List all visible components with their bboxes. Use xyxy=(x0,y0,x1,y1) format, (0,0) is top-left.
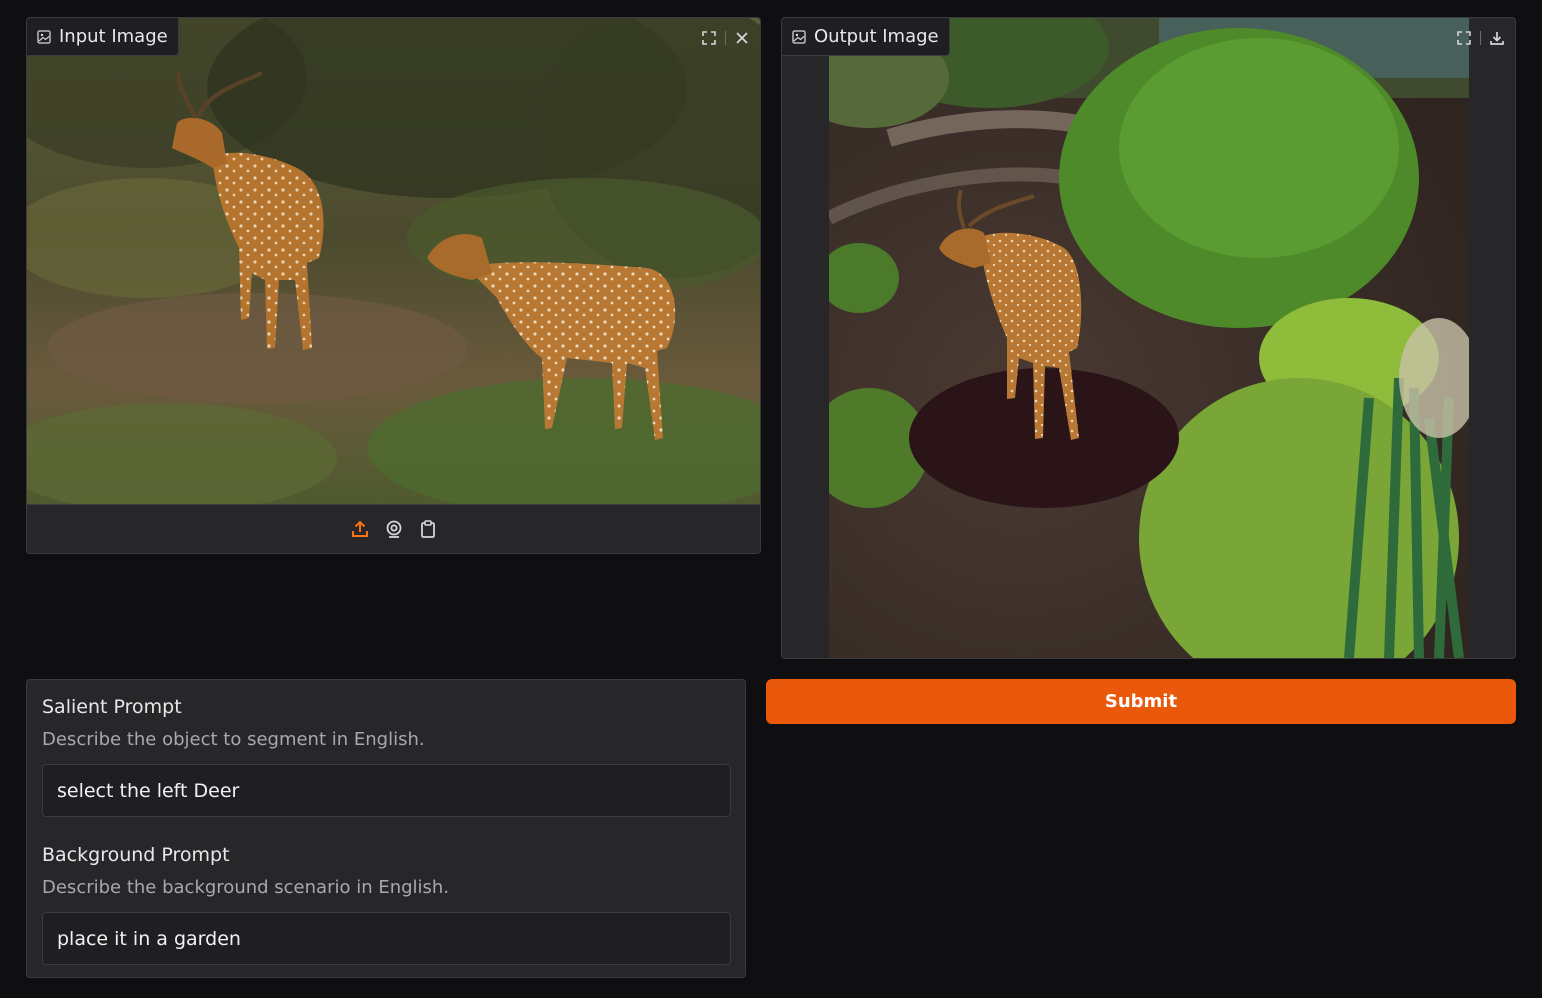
salient-prompt-input[interactable] xyxy=(42,764,731,817)
submit-button[interactable]: Submit xyxy=(766,679,1516,724)
toolbar-divider xyxy=(725,31,726,45)
close-icon[interactable] xyxy=(730,26,754,50)
input-image-label: Input Image xyxy=(27,18,179,56)
image-icon xyxy=(792,29,806,44)
output-image-label: Output Image xyxy=(782,18,950,56)
background-prompt-title: Background Prompt xyxy=(42,844,230,866)
background-prompt-input[interactable] xyxy=(42,912,731,965)
download-icon[interactable] xyxy=(1485,26,1509,50)
image-icon xyxy=(37,29,51,44)
clipboard-icon[interactable] xyxy=(417,518,439,540)
webcam-icon[interactable] xyxy=(383,518,405,540)
salient-prompt-info: Describe the object to segment in Englis… xyxy=(42,729,425,750)
fullscreen-icon[interactable] xyxy=(1452,26,1476,50)
input-image[interactable] xyxy=(27,18,760,504)
background-prompt-info: Describe the background scenario in Engl… xyxy=(42,877,450,898)
image-source-bar xyxy=(27,504,760,553)
upload-icon[interactable] xyxy=(349,518,371,540)
toolbar-divider xyxy=(1480,31,1481,45)
input-image-toolbar xyxy=(697,26,754,50)
output-image-panel: Output Image xyxy=(781,17,1516,659)
fullscreen-icon[interactable] xyxy=(697,26,721,50)
output-image xyxy=(829,18,1469,658)
input-image-label-text: Input Image xyxy=(59,26,168,47)
output-image-label-text: Output Image xyxy=(814,26,939,47)
prompt-form: Salient Prompt Describe the object to se… xyxy=(26,679,746,978)
input-image-panel: Input Image xyxy=(26,17,761,554)
output-image-toolbar xyxy=(1452,26,1509,50)
salient-prompt-title: Salient Prompt xyxy=(42,696,182,718)
